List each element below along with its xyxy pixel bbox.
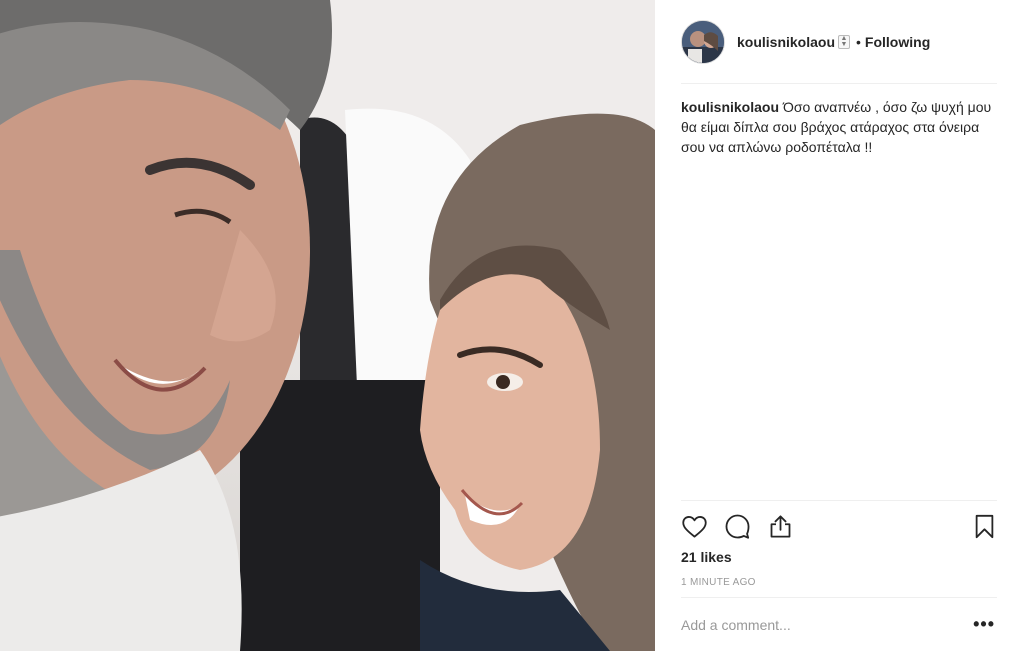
more-options-button[interactable]: ••• xyxy=(973,614,995,635)
share-button[interactable] xyxy=(765,511,795,541)
comment-input[interactable] xyxy=(681,616,941,633)
post-header: koulisnikolaou ▲ ▼ • Following xyxy=(681,0,997,84)
post-timestamp[interactable]: 1 MINUTE AGO xyxy=(681,577,756,588)
avatar-image xyxy=(682,20,724,63)
comment-icon xyxy=(725,514,749,539)
header-separator: • xyxy=(856,33,861,50)
photo-illustration xyxy=(0,0,655,651)
post-username[interactable]: koulisnikolaou xyxy=(737,34,835,50)
post-details-panel: koulisnikolaou ▲ ▼ • Following koulisniko… xyxy=(655,0,1020,651)
like-button[interactable] xyxy=(679,511,709,541)
comment-button[interactable] xyxy=(722,511,752,541)
avatar[interactable] xyxy=(681,19,725,64)
heart-icon xyxy=(681,515,707,538)
share-icon xyxy=(770,514,790,538)
post-photo[interactable] xyxy=(0,0,655,651)
caption-username[interactable]: koulisnikolaou xyxy=(681,99,779,115)
post-caption: koulisnikolaou Όσο αναπνέω , όσο ζω ψυχή … xyxy=(681,97,997,157)
comment-bar: ••• xyxy=(681,597,997,651)
account-switcher-icon[interactable]: ▲ ▼ xyxy=(838,34,851,49)
save-button[interactable] xyxy=(969,511,999,541)
bookmark-icon xyxy=(975,514,993,538)
likes-count[interactable]: 21 likes xyxy=(681,549,732,565)
action-bar xyxy=(681,500,997,550)
following-button[interactable]: Following xyxy=(865,34,930,50)
